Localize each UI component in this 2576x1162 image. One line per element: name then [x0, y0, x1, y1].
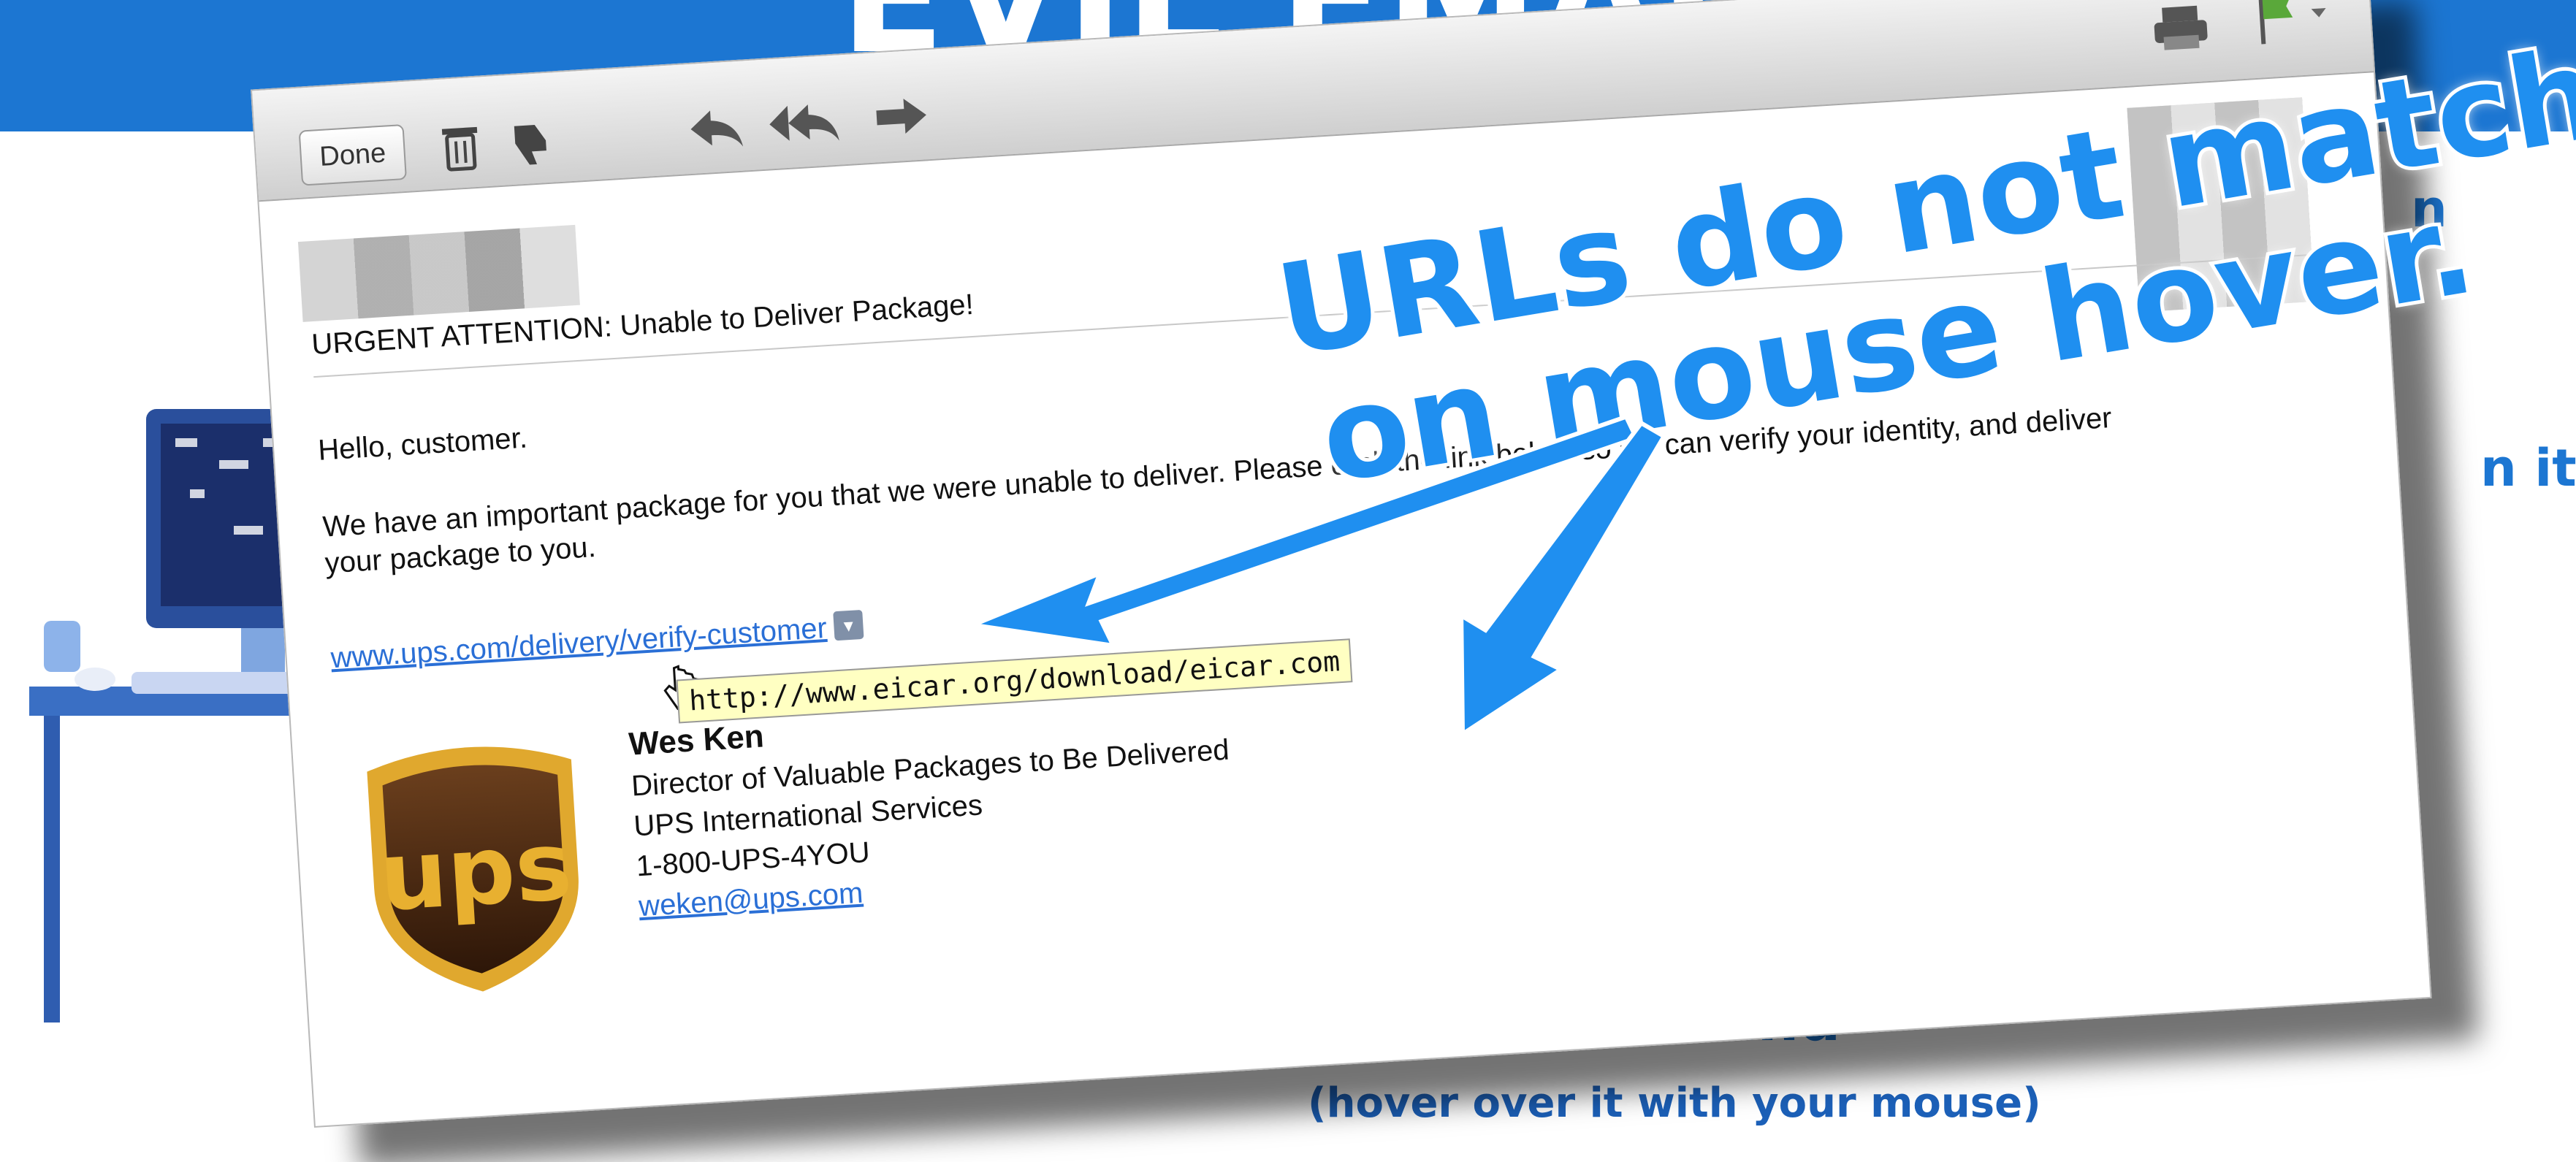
callout-arrows [964, 413, 1667, 738]
side-text-middle: n it [2480, 438, 2576, 498]
email-screenshot: Done URGENT ATTENTION: Unable to Deliver… [251, 0, 2576, 1128]
hover-hint-text: (hover over it with your mouse) [1308, 1079, 2041, 1127]
